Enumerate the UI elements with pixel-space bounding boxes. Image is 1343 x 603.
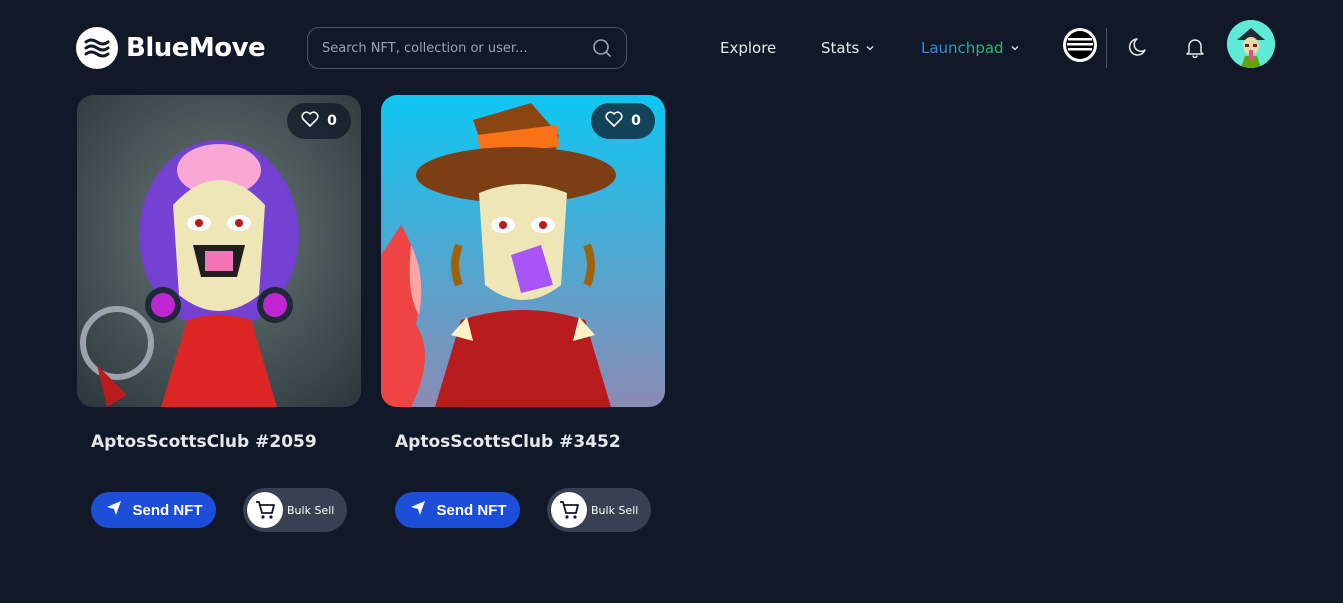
nft-title: AptosScottsClub #3452 bbox=[395, 432, 621, 452]
like-button[interactable]: 0 bbox=[287, 103, 351, 139]
moon-icon[interactable] bbox=[1126, 34, 1152, 60]
chevron-down-icon bbox=[1010, 43, 1020, 53]
nav-explore-label: Explore bbox=[720, 39, 777, 57]
brand-name: BlueMove bbox=[126, 33, 266, 63]
cart-icon bbox=[551, 492, 587, 528]
nft-card[interactable]: 0 AptosScottsClub #3452 Send NFT Bulk Se… bbox=[381, 95, 665, 532]
chevron-down-icon bbox=[865, 43, 875, 53]
nav-stats[interactable]: Stats bbox=[821, 36, 875, 60]
heart-icon bbox=[605, 111, 623, 131]
send-icon bbox=[105, 499, 123, 521]
aptos-icon[interactable] bbox=[1063, 28, 1097, 62]
bell-icon[interactable] bbox=[1182, 34, 1208, 60]
send-nft-button[interactable]: Send NFT bbox=[395, 492, 520, 528]
nav-launchpad[interactable]: Launchpad bbox=[921, 36, 1020, 60]
search-input[interactable] bbox=[322, 40, 592, 56]
like-count: 0 bbox=[631, 113, 641, 129]
send-nft-label: Send NFT bbox=[436, 501, 507, 519]
nft-image[interactable]: 0 bbox=[77, 95, 361, 407]
logo[interactable]: BlueMove bbox=[76, 26, 266, 70]
header-divider bbox=[1106, 28, 1107, 68]
bulk-sell-label: Bulk Sell bbox=[591, 503, 639, 517]
send-nft-button[interactable]: Send NFT bbox=[91, 492, 216, 528]
like-button[interactable]: 0 bbox=[591, 103, 655, 139]
search-bar bbox=[307, 27, 627, 69]
nav-stats-label: Stats bbox=[821, 39, 860, 57]
like-count: 0 bbox=[327, 113, 337, 129]
nav-explore[interactable]: Explore bbox=[720, 36, 776, 60]
avatar[interactable] bbox=[1227, 20, 1275, 68]
send-icon bbox=[409, 499, 427, 521]
search-icon[interactable] bbox=[592, 38, 612, 58]
nft-image[interactable]: 0 bbox=[381, 95, 665, 407]
header: BlueMove Explore Stats Launchpad bbox=[0, 0, 1343, 95]
cart-icon bbox=[247, 492, 283, 528]
heart-icon bbox=[301, 111, 319, 131]
bluemove-logo-icon bbox=[76, 27, 118, 69]
nav-launchpad-label: Launchpad bbox=[921, 39, 1004, 57]
bulk-sell-button[interactable]: Bulk Sell bbox=[547, 488, 651, 532]
send-nft-label: Send NFT bbox=[132, 501, 203, 519]
nft-card[interactable]: 0 AptosScottsClub #2059 Send NFT Bulk Se… bbox=[77, 95, 361, 532]
bulk-sell-label: Bulk Sell bbox=[287, 503, 335, 517]
bulk-sell-button[interactable]: Bulk Sell bbox=[243, 488, 347, 532]
nft-title: AptosScottsClub #2059 bbox=[91, 432, 317, 452]
